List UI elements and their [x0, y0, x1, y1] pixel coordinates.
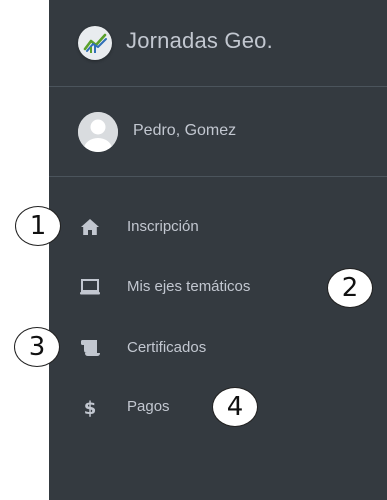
- nav-item-label: Pagos: [127, 398, 170, 415]
- annotation-marker: 2: [327, 268, 373, 308]
- sidebar: Jornadas Geo. Pedro, Gomez Inscripción M…: [49, 0, 387, 500]
- laptop-icon: [79, 276, 101, 298]
- user-name[interactable]: Pedro, Gomez: [133, 122, 236, 140]
- nav-item-inscripcion[interactable]: Inscripción: [49, 207, 387, 247]
- nav-item-label: Certificados: [127, 339, 207, 356]
- user-panel[interactable]: Pedro, Gomez: [49, 87, 387, 177]
- nav-item-certificados[interactable]: Certificados: [49, 328, 387, 368]
- user-avatar-icon: [78, 112, 118, 152]
- svg-text:$: $: [84, 398, 97, 417]
- scroll-icon: [79, 337, 101, 359]
- annotation-marker: 3: [14, 327, 60, 367]
- line-chart-icon: [78, 26, 112, 60]
- brand-title: Jornadas Geo.: [126, 28, 273, 53]
- nav-item-label: Inscripción: [127, 218, 199, 235]
- annotation-marker: 4: [212, 387, 258, 427]
- nav-item-label: Mis ejes temáticos: [127, 278, 251, 295]
- home-icon: [79, 216, 101, 238]
- dollar-icon: $: [79, 396, 101, 418]
- annotation-marker: 1: [15, 206, 61, 246]
- brand-link[interactable]: Jornadas Geo.: [49, 0, 387, 87]
